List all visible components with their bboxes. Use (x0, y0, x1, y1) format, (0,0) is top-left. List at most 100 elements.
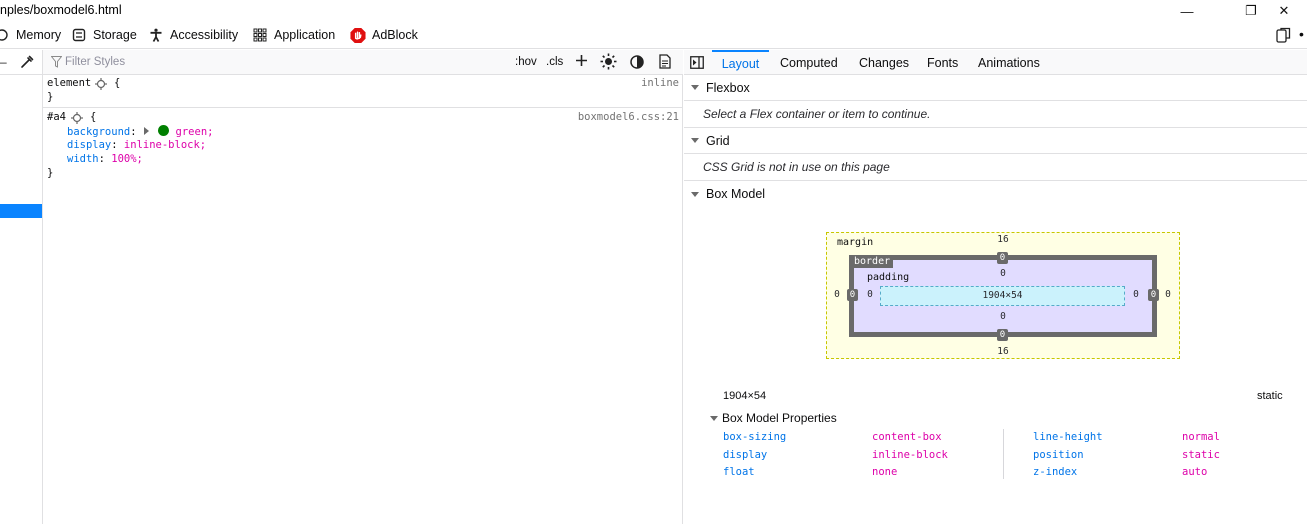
property-name[interactable]: width (67, 153, 99, 165)
close-button[interactable]: ✕ (1261, 0, 1307, 22)
chevron-down-icon (691, 191, 699, 197)
divider (0, 74, 43, 75)
boxmodel-properties-toggle[interactable]: Box Model Properties (710, 411, 837, 425)
rule-selector: #a4 (47, 111, 66, 123)
filter-styles-input[interactable]: Filter Styles (65, 56, 125, 68)
tab-fonts[interactable]: Fonts (927, 50, 958, 75)
more-options-icon[interactable]: • (1299, 26, 1304, 42)
application-icon (252, 27, 268, 43)
grid-section-header[interactable]: Grid (684, 128, 1307, 154)
prop-position-value: static (1182, 449, 1220, 461)
property-value[interactable]: inline-block; (124, 139, 206, 151)
flexbox-title: Flexbox (706, 80, 750, 95)
tab-storage-label: Storage (93, 28, 137, 42)
property-name[interactable]: background (67, 126, 130, 138)
padding-bottom-value[interactable]: 0 (996, 311, 1010, 322)
property-name[interactable]: display (67, 139, 111, 151)
rule-source-link[interactable]: boxmodel6.css:21 (578, 111, 679, 123)
cls-toggle[interactable]: .cls (546, 56, 563, 68)
tab-layout[interactable]: Layout (712, 50, 769, 75)
boxmodel-properties-list: box-sizing content-box display inline-bl… (723, 429, 1283, 481)
padding-top-value[interactable]: 0 (996, 268, 1010, 279)
accessibility-icon (148, 27, 164, 43)
padding-right-value[interactable]: 0 (1131, 289, 1141, 300)
boxmodel-content[interactable]: 1904×54 (880, 286, 1125, 306)
flexbox-section-header[interactable]: Flexbox (684, 75, 1307, 101)
tab-adblock-label: AdBlock (372, 28, 418, 42)
tab-animations[interactable]: Animations (978, 50, 1040, 75)
border-bottom-value[interactable]: 0 (997, 329, 1008, 341)
property-value[interactable]: green; (176, 126, 214, 138)
tab-adblock[interactable]: AdBlock (350, 22, 418, 48)
element-highlighter-icon[interactable] (95, 78, 107, 93)
declaration-display[interactable]: display: inline-block; (67, 139, 206, 151)
adblock-icon (350, 27, 366, 43)
rule-close-brace: } (47, 91, 54, 103)
tab-changes[interactable]: Changes (859, 50, 909, 75)
prop-float-value: none (872, 466, 898, 478)
element-rule: element { inline } (43, 75, 683, 108)
tab-application[interactable]: Application (252, 22, 335, 48)
window-titlebar: nples/boxmodel6.html — ❐ ✕ (0, 0, 1307, 22)
boxmodel-title: Box Model (706, 187, 766, 201)
eyedropper-icon[interactable] (20, 55, 34, 72)
tab-application-label: Application (274, 28, 336, 42)
margin-right-value[interactable]: 0 (1163, 289, 1173, 300)
prop-position-name: position (1033, 449, 1084, 461)
flexbox-message: Select a Flex container or item to conti… (684, 101, 1307, 128)
window-title: nples/boxmodel6.html (0, 3, 122, 17)
chevron-down-icon (691, 85, 699, 90)
a4-rule: #a4 { boxmodel6.css:21 background: green… (43, 108, 683, 186)
element-size: 1904×54 (723, 390, 767, 402)
color-swatch[interactable] (158, 125, 170, 136)
dark-mode-icon[interactable] (630, 55, 644, 72)
margin-bottom-value[interactable]: 16 (993, 346, 1013, 357)
border-left-value[interactable]: 0 (847, 289, 858, 301)
layout-sidebar: Layout Computed Changes Fonts Animations… (684, 50, 1307, 524)
border-right-value[interactable]: 0 (1148, 289, 1159, 301)
selected-node-row[interactable] (0, 204, 42, 218)
border-top-value[interactable]: 0 (997, 252, 1008, 264)
margin-left-value[interactable]: 0 (832, 289, 842, 300)
margin-top-value[interactable]: 16 (993, 234, 1013, 245)
tab-memory[interactable]: Memory (0, 22, 61, 48)
prop-display-value: inline-block (872, 449, 948, 461)
collapse-icon[interactable]: – (0, 55, 7, 69)
print-media-icon[interactable] (659, 54, 671, 72)
rule-close-brace: } (47, 167, 54, 179)
padding-left-value[interactable]: 0 (865, 289, 875, 300)
rule-open-brace: { (114, 77, 121, 89)
minimize-button[interactable]: — (1164, 0, 1210, 22)
light-mode-icon[interactable] (600, 53, 617, 73)
tab-computed[interactable]: Computed (780, 50, 838, 75)
rule-selector: element (47, 77, 92, 89)
prop-box-sizing-name: box-sizing (723, 431, 787, 443)
prop-display-name: display (723, 449, 768, 461)
declaration-background[interactable]: background: green; (67, 125, 213, 138)
declaration-width[interactable]: width: 100%; (67, 153, 143, 165)
rules-toolbar: Filter Styles :hov .cls (43, 50, 683, 75)
toggle-sidebar-icon[interactable] (690, 56, 704, 72)
boxmodel-section-header[interactable]: Box Model (684, 181, 1307, 207)
rule-source[interactable]: inline (641, 77, 679, 89)
tab-accessibility[interactable]: Accessibility (148, 22, 238, 48)
content-size: 1904×54 (982, 290, 1023, 301)
rule-open-brace: { (90, 111, 97, 123)
dock-icon[interactable] (1276, 27, 1291, 46)
padding-label: padding (867, 272, 910, 283)
column-divider (1003, 429, 1004, 479)
margin-label: margin (837, 237, 874, 248)
add-rule-icon[interactable] (575, 54, 588, 70)
chevron-down-icon (691, 138, 699, 143)
grid-title: Grid (706, 133, 730, 148)
property-value[interactable]: 100%; (111, 153, 143, 165)
expand-icon[interactable] (143, 127, 149, 135)
prop-float-name: float (723, 466, 755, 478)
border-label: border (852, 256, 894, 268)
tab-storage[interactable]: Storage (71, 22, 137, 48)
hov-toggle[interactable]: :hov (515, 56, 537, 68)
sidebar-tabbar: Layout Computed Changes Fonts Animations (684, 50, 1307, 75)
filter-icon (50, 56, 63, 71)
grid-message: CSS Grid is not in use on this page (684, 154, 1307, 181)
chevron-down-icon (710, 415, 718, 421)
